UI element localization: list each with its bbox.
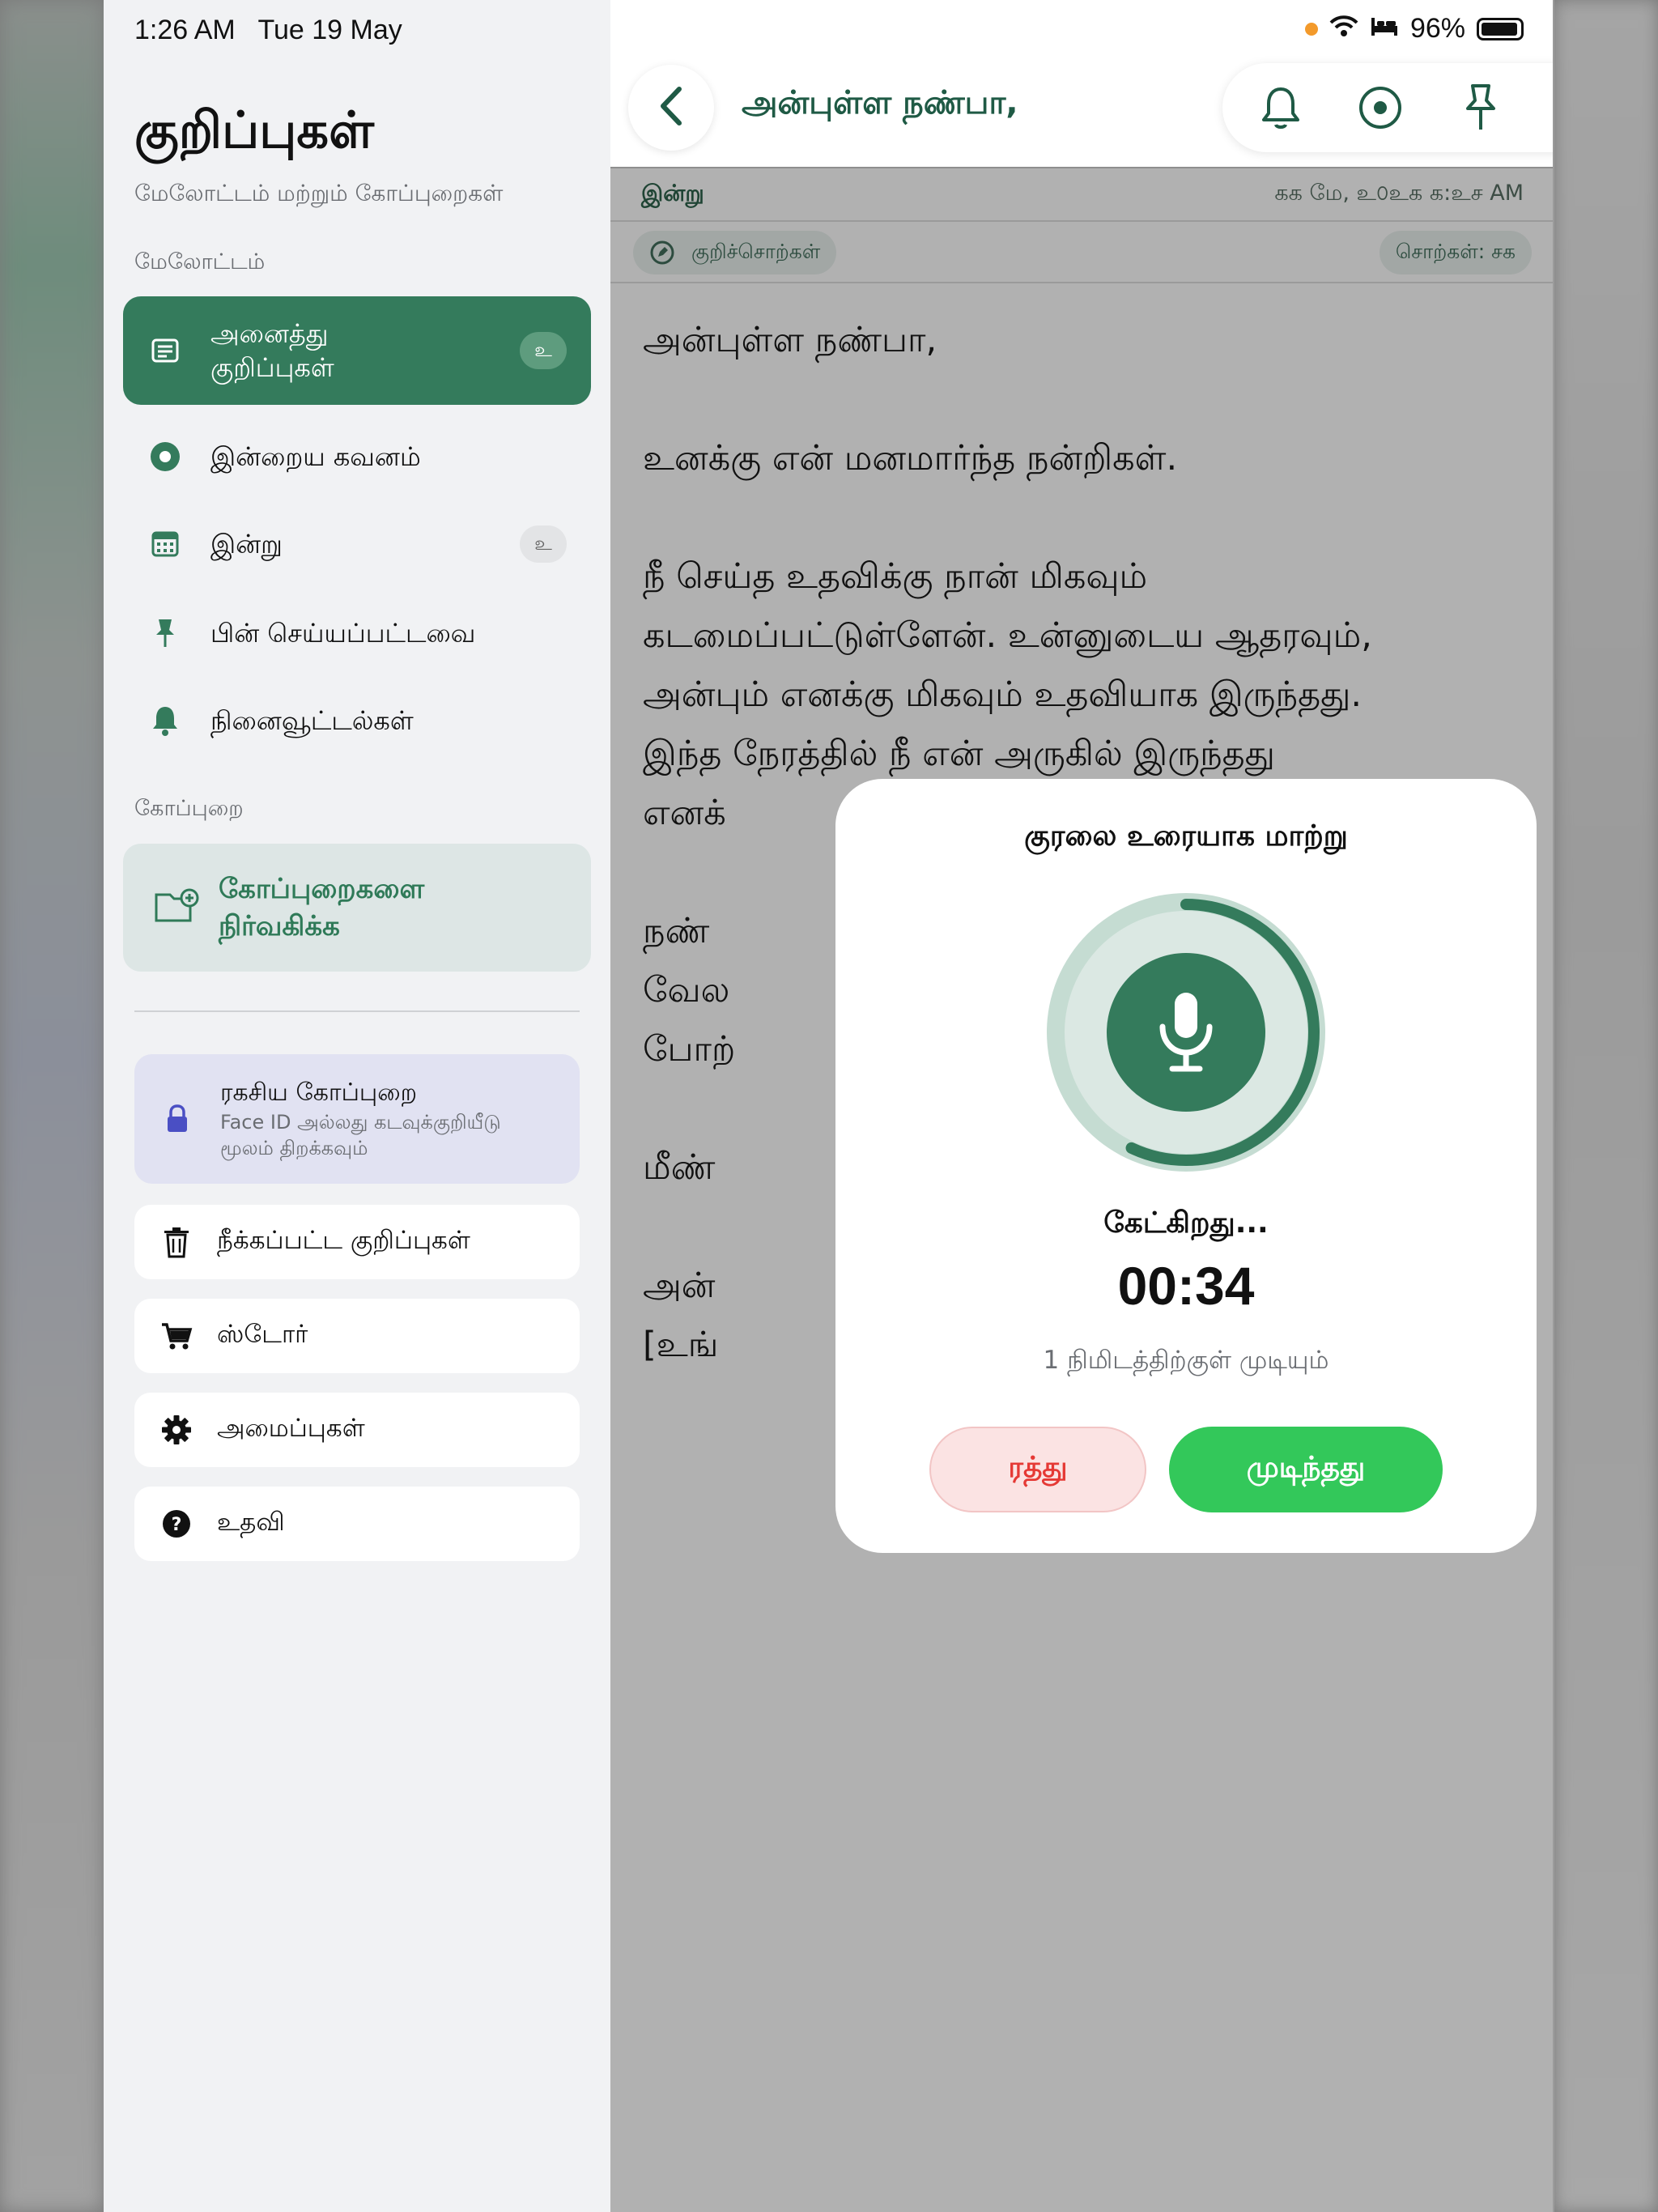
- pin-icon: [146, 614, 185, 653]
- word-count-chip: சொற்கள்: சக: [1379, 231, 1532, 274]
- done-button[interactable]: முடிந்தது: [1169, 1427, 1443, 1512]
- top-bar: 96% அன்புள்ள நண்பா,: [610, 0, 1554, 167]
- tag-icon: [650, 240, 674, 265]
- count-badge: உ: [520, 525, 567, 563]
- sidebar-title: குறிப்புகள்: [134, 100, 374, 160]
- sidebar-item-reminders[interactable]: நினைவூட்டல்கள்: [123, 682, 591, 759]
- sidebar-item-pinned[interactable]: பின் செய்யப்பட்டவை: [123, 594, 591, 672]
- focus-icon: [146, 437, 185, 476]
- mic-in-use-indicator: [1304, 22, 1318, 36]
- sidebar-subtitle: மேலோட்டம் மற்றும் கோப்புறைகள்: [134, 180, 504, 206]
- sidebar-item-todays-focus[interactable]: இன்றைய கவனம்: [123, 418, 591, 496]
- divider: [1553, 0, 1554, 2212]
- section-header-overview: மேலோட்டம்: [134, 249, 266, 274]
- deleted-notes-label: நீக்கப்பட்ட குறிப்புகள்: [217, 1226, 470, 1255]
- secret-folder-title: ரகசிய கோப்புறை: [220, 1078, 418, 1107]
- manage-folders-label: கோப்புறைகளை நிர்வகிக்க: [219, 873, 425, 942]
- cart-icon: [157, 1317, 196, 1355]
- lock-icon: [160, 1102, 194, 1136]
- back-button[interactable]: [628, 65, 714, 151]
- note-meta-row: இன்று கக மே, உ௦உக க:உச AM: [610, 168, 1554, 222]
- app-window: 1:26 AM Tue 19 May குறிப்புகள் மேலோட்டம்…: [104, 0, 1554, 2212]
- svg-text:?: ?: [172, 1515, 182, 1535]
- sidebar: 1:26 AM Tue 19 May குறிப்புகள் மேலோட்டம்…: [104, 0, 610, 2212]
- chevron-left-icon: [657, 86, 686, 130]
- pin-button[interactable]: [1452, 79, 1510, 137]
- calendar-icon: [146, 525, 185, 564]
- folder-add-icon: [154, 885, 199, 930]
- dialog-title: குரலை உரையாக மாற்று: [1024, 819, 1348, 853]
- secret-folder-button[interactable]: ரகசிய கோப்புறை Face ID அல்லது கடவுக்குறி…: [134, 1054, 580, 1184]
- sidebar-item-label: நினைவூட்டல்கள்: [210, 705, 414, 736]
- note-title: அன்புள்ள நண்பா,: [742, 84, 1018, 121]
- manage-folders-button[interactable]: கோப்புறைகளை நிர்வகிக்க: [123, 844, 591, 972]
- cancel-button[interactable]: ரத்து: [929, 1427, 1146, 1512]
- status-time-date: 1:26 AM Tue 19 May: [134, 15, 402, 45]
- battery-icon: [1477, 17, 1524, 40]
- settings-button[interactable]: அமைப்புகள்: [134, 1393, 580, 1467]
- trash-icon: [157, 1223, 196, 1261]
- bell-icon: [146, 701, 185, 740]
- focus-toggle-button[interactable]: [1351, 79, 1409, 137]
- sidebar-item-label: அனைத்து குறிப்புகள்: [210, 318, 334, 383]
- voice-to-text-dialog: குரலை உரையாக மாற்று கேட்கிறது... 00:34 1…: [835, 779, 1537, 1553]
- battery-percentage: 96%: [1409, 13, 1465, 44]
- count-badge: உ: [520, 332, 567, 369]
- note-actions-toolbar: [1222, 63, 1554, 152]
- gear-icon: [157, 1410, 196, 1449]
- wifi-icon: [1329, 13, 1358, 45]
- sidebar-item-label: பின் செய்யப்பட்டவை: [210, 618, 476, 649]
- help-button[interactable]: ? உதவி: [134, 1487, 580, 1561]
- sidebar-item-label: இன்று: [210, 529, 283, 559]
- blurred-background-right: [1554, 0, 1658, 2212]
- deleted-notes-button[interactable]: நீக்கப்பட்ட குறிப்புகள்: [134, 1205, 580, 1279]
- section-header-folders: கோப்புறை: [134, 796, 244, 821]
- settings-label: அமைப்புகள்: [217, 1414, 365, 1443]
- help-label: உதவி: [217, 1508, 285, 1537]
- note-icon: [146, 331, 185, 370]
- secret-folder-subtitle: Face ID அல்லது கடவுக்குறியீடு மூலம் திறக…: [220, 1111, 501, 1159]
- store-button[interactable]: ஸ்டோர்: [134, 1299, 580, 1373]
- sidebar-item-label: இன்றைய கவனம்: [210, 441, 421, 472]
- note-date-label: இன்று: [641, 179, 704, 206]
- note-timestamp: கக மே, உ௦உக க:உச AM: [1274, 180, 1524, 206]
- recording-progress-ring: [1047, 893, 1325, 1172]
- bed-icon: [1370, 13, 1399, 45]
- sidebar-item-all-notes[interactable]: அனைத்து குறிப்புகள் உ: [123, 296, 591, 405]
- tags-chip[interactable]: குறிச்சொற்கள்: [633, 231, 837, 274]
- sidebar-item-today[interactable]: இன்று உ: [123, 505, 591, 583]
- divider: [134, 1010, 580, 1012]
- store-label: ஸ்டோர்: [217, 1320, 308, 1349]
- status-indicators: 96%: [1304, 13, 1524, 45]
- reminder-bell-button[interactable]: [1252, 79, 1310, 137]
- blurred-background-left: [0, 0, 104, 2212]
- time-limit-note: 1 நிமிடத்திற்குள் முடியும்: [1043, 1346, 1329, 1375]
- tags-chip-label: குறிச்சொற்கள்: [691, 239, 821, 263]
- listening-status: கேட்கிறது...: [1103, 1206, 1269, 1240]
- note-tag-row: குறிச்சொற்கள் சொற்கள்: சக: [610, 223, 1554, 283]
- help-icon: ?: [157, 1504, 196, 1543]
- recording-timer: 00:34: [1117, 1256, 1255, 1316]
